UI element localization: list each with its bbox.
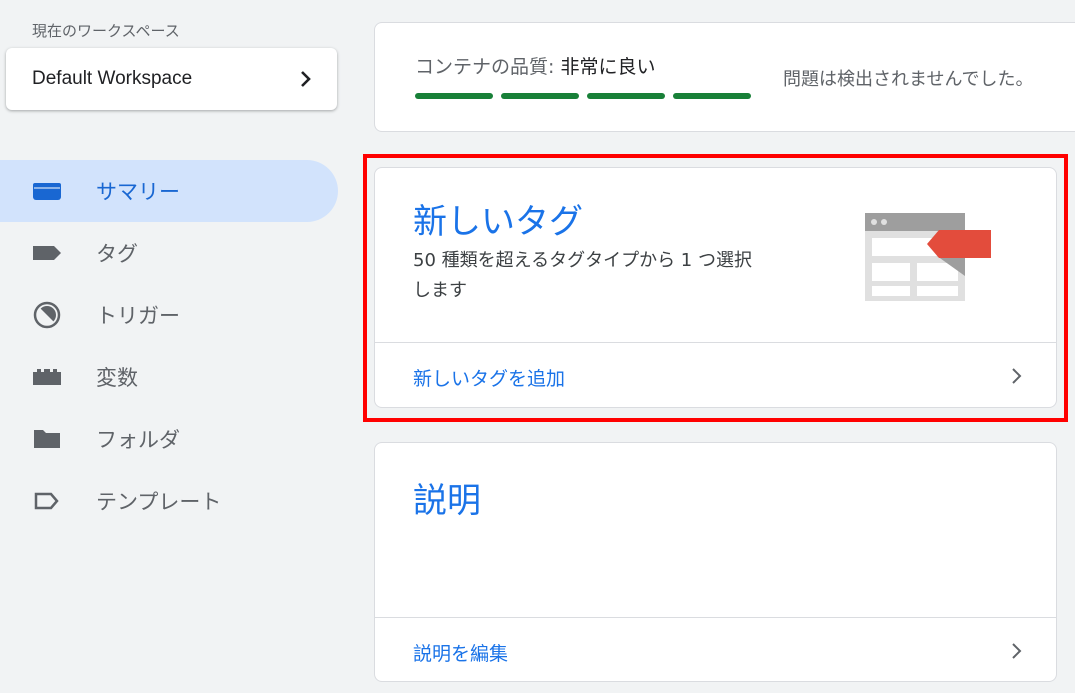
sidebar-item-tags[interactable]: タグ <box>0 222 338 284</box>
sidebar-item-templates[interactable]: テンプレート <box>0 470 338 532</box>
quality-label: コンテナの品質: <box>415 56 561 78</box>
sidebar-item-summary[interactable]: サマリー <box>0 160 338 222</box>
sidebar-nav: サマリー タグ トリガー 変数 フォルダ テンプレート <box>0 160 338 532</box>
quality-bar <box>673 93 751 99</box>
folder-icon <box>32 427 62 451</box>
workspace-selector[interactable]: Default Workspace <box>6 48 337 110</box>
edit-description-link[interactable]: 説明を編集 <box>413 639 508 666</box>
sidebar-item-label: 変数 <box>96 366 138 390</box>
sidebar-item-label: タグ <box>96 242 138 266</box>
chevron-right-icon <box>301 71 311 87</box>
tag-illustration-icon <box>865 213 991 301</box>
new-tag-description: 50 種類を超えるタグタイプから 1 つ選択します <box>413 250 752 301</box>
chevron-right-icon[interactable] <box>1011 642 1023 660</box>
tag-icon <box>32 241 62 265</box>
quality-title: コンテナの品質: 非常に良い <box>415 52 655 79</box>
workspace-label: 現在のワークスペース <box>32 22 180 40</box>
sidebar-item-triggers[interactable]: トリガー <box>0 284 338 346</box>
sidebar-item-folders[interactable]: フォルダ <box>0 408 338 470</box>
card-divider <box>375 342 1056 343</box>
quality-bar <box>501 93 579 99</box>
new-tag-title: 新しいタグ <box>413 202 583 242</box>
chevron-right-icon[interactable] <box>1011 367 1023 385</box>
summary-icon <box>32 179 62 203</box>
new-tag-card: 新しいタグ 50 種類を超えるタグタイプから 1 つ選択します 新しいタグを追加 <box>374 167 1057 408</box>
quality-message: 問題は検出されませんでした。 <box>783 69 1034 90</box>
quality-bar <box>587 93 665 99</box>
sidebar-item-label: テンプレート <box>96 490 222 514</box>
sidebar-item-label: フォルダ <box>96 428 180 452</box>
quality-meter <box>415 93 751 99</box>
description-card: 説明 説明を編集 <box>374 442 1057 682</box>
trigger-icon <box>32 301 62 329</box>
quality-value: 非常に良い <box>560 56 656 78</box>
variables-icon <box>32 365 62 389</box>
sidebar-item-label: サマリー <box>96 180 180 204</box>
workspace-name: Default Workspace <box>32 68 193 89</box>
container-quality-card: コンテナの品質: 非常に良い 問題は検出されませんでした。 <box>374 22 1075 132</box>
add-new-tag-link[interactable]: 新しいタグを追加 <box>413 364 565 391</box>
sidebar-item-variables[interactable]: 変数 <box>0 346 338 408</box>
card-divider <box>375 617 1056 618</box>
description-title: 説明 <box>413 481 481 521</box>
sidebar-item-label: トリガー <box>96 304 180 328</box>
quality-bar <box>415 93 493 99</box>
template-icon <box>32 489 62 513</box>
